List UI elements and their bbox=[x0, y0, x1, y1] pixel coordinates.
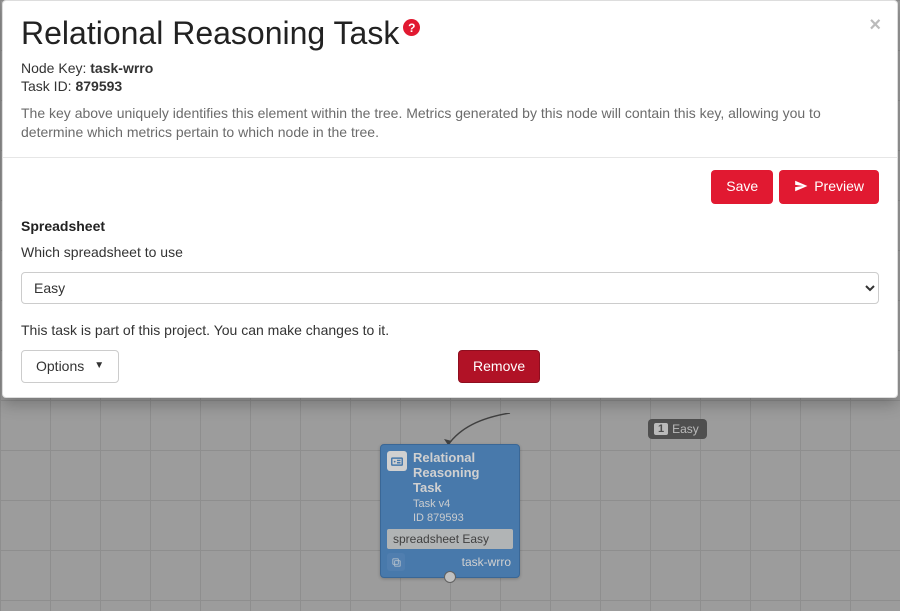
task-id-label: Task ID: bbox=[21, 78, 72, 94]
help-icon[interactable]: ? bbox=[403, 19, 420, 36]
node-key-value: task-wrro bbox=[90, 60, 153, 76]
spreadsheet-section-title: Spreadsheet bbox=[21, 218, 879, 234]
project-note: This task is part of this project. You c… bbox=[21, 322, 879, 338]
task-id-line: Task ID: 879593 bbox=[21, 78, 879, 94]
modal-title: Relational Reasoning Task bbox=[21, 15, 399, 52]
save-button-label: Save bbox=[726, 178, 758, 195]
options-button-label: Options bbox=[36, 358, 84, 375]
modal-description: The key above uniquely identifies this e… bbox=[21, 104, 866, 143]
node-key-label: Node Key: bbox=[21, 60, 86, 76]
paper-plane-icon bbox=[794, 179, 808, 197]
node-key-line: Node Key: task-wrro bbox=[21, 60, 879, 76]
chevron-down-icon: ▼ bbox=[94, 360, 104, 372]
save-button[interactable]: Save bbox=[711, 170, 773, 204]
task-id-value: 879593 bbox=[75, 78, 122, 94]
options-dropdown-button[interactable]: Options ▼ bbox=[21, 350, 119, 383]
close-button[interactable]: × bbox=[869, 15, 881, 35]
preview-button-label: Preview bbox=[814, 178, 864, 195]
spreadsheet-select[interactable]: Easy bbox=[21, 272, 879, 304]
remove-button[interactable]: Remove bbox=[458, 350, 540, 383]
spreadsheet-section-subtitle: Which spreadsheet to use bbox=[21, 244, 879, 260]
remove-button-label: Remove bbox=[473, 358, 525, 375]
preview-button[interactable]: Preview bbox=[779, 170, 879, 204]
node-edit-modal: × Relational Reasoning Task ? Node Key: … bbox=[2, 0, 898, 398]
